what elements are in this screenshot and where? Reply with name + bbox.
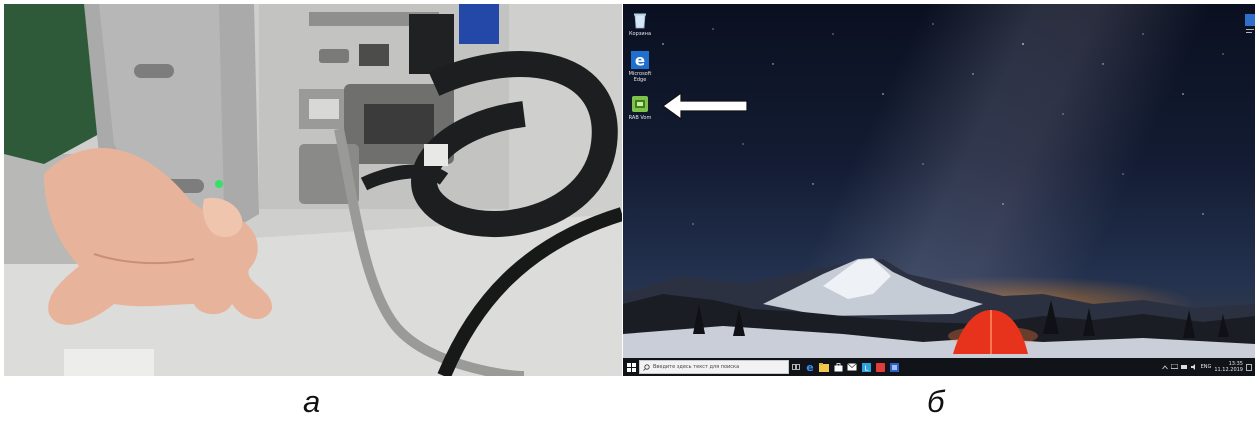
desktop-icon-edge[interactable]: e Microsoft Edge	[625, 50, 655, 83]
edge-icon: e	[631, 51, 649, 70]
language-indicator[interactable]: ENG	[1201, 364, 1212, 370]
desktop-file-icon[interactable]	[1243, 12, 1255, 36]
search-placeholder: Введите здесь текст для поиска	[653, 364, 740, 370]
windows-logo-icon	[626, 362, 636, 372]
taskbar-clock[interactable]: 13:35 11.12.2019	[1214, 361, 1243, 373]
device-photo	[4, 4, 622, 376]
desktop-screenshot-panel-b: Корзина e Microsoft Edge RAB Vom Введите…	[623, 4, 1255, 376]
battery-icon[interactable]	[1180, 364, 1188, 370]
svg-text:e: e	[635, 52, 645, 70]
photo-panel-a	[4, 4, 622, 376]
task-view-icon	[792, 364, 800, 370]
desktop-icon-label: Microsoft Edge	[628, 71, 652, 83]
taskbar-app-red-button[interactable]	[873, 358, 887, 376]
desktop-icon-recycle-bin[interactable]: Корзина	[625, 10, 655, 37]
taskbar-store-button[interactable]	[831, 358, 845, 376]
app-icon	[632, 96, 648, 112]
network-icon[interactable]	[1170, 364, 1178, 370]
task-view-button[interactable]	[789, 358, 803, 376]
taskbar-explorer-button[interactable]	[817, 358, 831, 376]
clock-date: 11.12.2019	[1214, 367, 1243, 373]
taskbar-mail-button[interactable]	[845, 358, 859, 376]
search-icon	[643, 363, 650, 371]
volume-icon[interactable]	[1190, 364, 1198, 370]
taskbar-app-blue-button[interactable]	[887, 358, 901, 376]
svg-text:L: L	[864, 364, 868, 372]
desktop-icon-label: RAB Vom	[628, 115, 652, 121]
edge-icon: e	[806, 362, 813, 372]
caption-panel-b: б	[927, 384, 945, 419]
app-red-icon	[875, 362, 885, 372]
recycle-bin-icon	[634, 13, 646, 29]
taskbar-app-l-button[interactable]: L	[859, 358, 873, 376]
start-button[interactable]	[623, 358, 639, 376]
app-blue-icon	[889, 362, 899, 372]
caption-panel-a: а	[303, 384, 321, 419]
pointer-arrow-icon	[663, 92, 748, 120]
app-l-icon: L	[861, 362, 871, 372]
taskbar: Введите здесь текст для поиска e L ENG 1…	[623, 358, 1255, 376]
chevron-up-icon[interactable]	[1161, 364, 1168, 370]
desktop-icon-label: Корзина	[628, 31, 652, 37]
explorer-icon	[819, 362, 829, 372]
system-tray: ENG 13:35 11.12.2019	[1161, 361, 1255, 373]
taskbar-search-input[interactable]: Введите здесь текст для поиска	[639, 360, 789, 374]
notifications-icon[interactable]	[1246, 363, 1252, 371]
store-icon	[834, 362, 842, 371]
mountain-landscape	[623, 23, 1255, 358]
mail-icon	[847, 363, 857, 371]
svg-text:e: e	[806, 362, 813, 372]
taskbar-edge-button[interactable]: e	[803, 358, 817, 376]
desktop-icon-app[interactable]: RAB Vom	[625, 94, 655, 121]
